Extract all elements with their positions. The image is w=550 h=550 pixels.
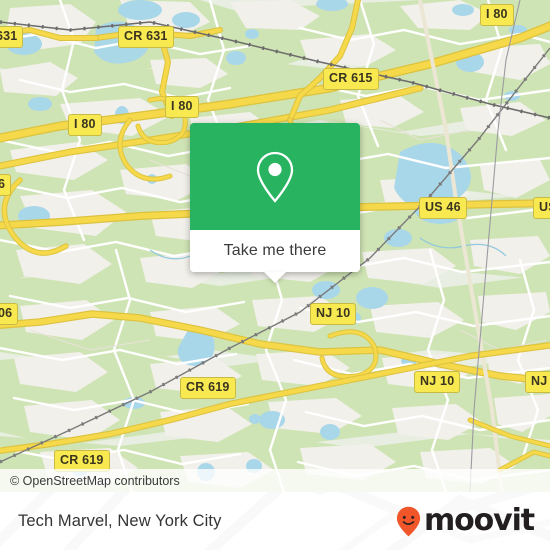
map-attribution-bar: © OpenStreetMap contributors [0,469,550,492]
take-me-there-label: Take me there [223,242,327,259]
road-shield: I 80 [165,96,199,118]
poi-callout-card[interactable]: Take me there [190,123,360,283]
footer-location-title: Tech Marvel, New York City [18,511,222,530]
road-shield: 06 [0,303,19,325]
osm-attribution-text[interactable]: © OpenStreetMap contributors [0,474,180,488]
map-viewport[interactable]: CR 631 631 CR 615 I 80 I 80 I 80 6 US 46 US 06 NJ … [0,0,550,492]
poi-card-action[interactable]: Take me there [190,230,360,283]
road-shield: 631 [0,26,24,48]
road-shield: NJ 10 [414,371,461,393]
road-shield: US [533,197,550,219]
map-pin-icon [256,151,294,203]
road-shield: NJ 10 [310,303,357,325]
moovit-map-screen: CR 631 631 CR 615 I 80 I 80 I 80 6 US 46 US 06 NJ … [0,0,550,550]
road-shield: CR 615 [323,68,379,90]
poi-card-pointer [264,272,286,283]
road-shield: 6 [0,174,12,196]
moovit-pin-icon [396,506,421,536]
footer-content: Tech Marvel, New York City moovit [0,492,550,550]
road-shield: NJ 10 [525,371,550,393]
moovit-brand[interactable]: moovit [396,503,535,538]
poi-card-header [190,123,360,230]
road-shield: I 80 [480,4,514,26]
road-shield: US 46 [419,197,467,219]
moovit-wordmark: moovit [423,503,535,538]
road-shield: I 80 [68,114,102,136]
footer-bar: Tech Marvel, New York City moovit [0,492,550,550]
road-shield: CR 631 [118,26,174,48]
road-shield: CR 619 [180,377,236,399]
